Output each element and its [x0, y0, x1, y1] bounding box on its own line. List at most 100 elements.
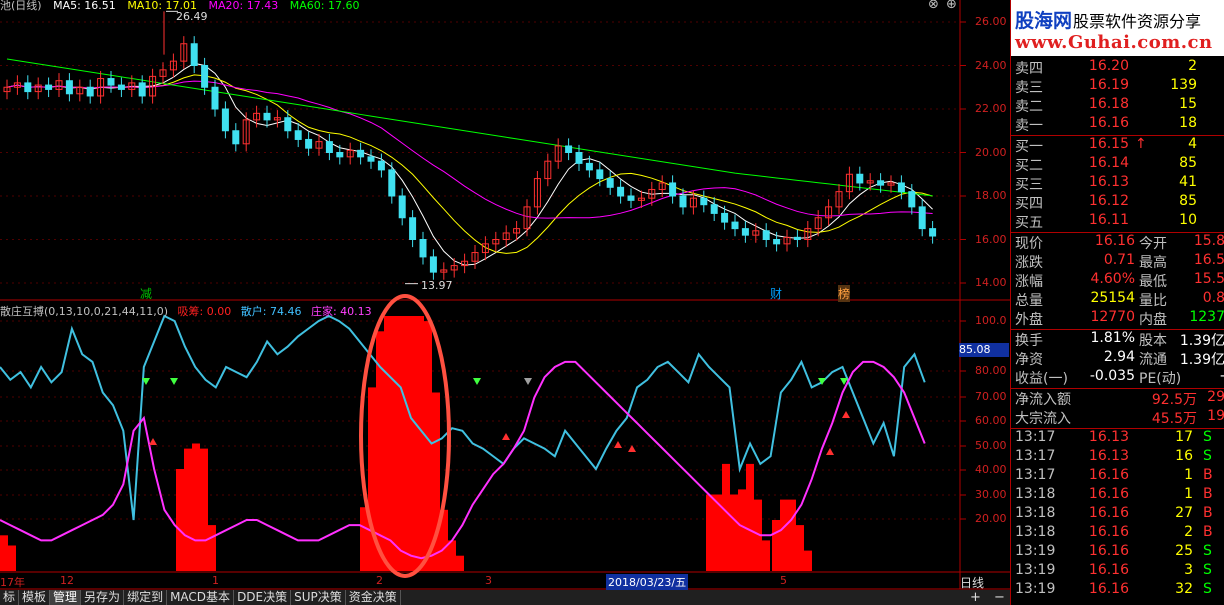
zoom-plus-icon[interactable]: + [970, 590, 981, 605]
bid-row[interactable]: 买三 16.13 41 [1011, 174, 1224, 193]
candle-body [700, 197, 708, 206]
quote-cell: 买五 [1015, 215, 1043, 231]
tab-item[interactable]: 另存为 [81, 590, 125, 605]
tab-item[interactable]: 标 [0, 590, 20, 605]
quote-cell: 13:17 [1015, 429, 1056, 445]
indicator-tick: 100.0 [975, 314, 1007, 327]
ask-row[interactable]: 卖三 16.19 139 [1011, 77, 1224, 96]
indicator-dealer-value: 庄家: 40.13 [310, 305, 372, 318]
quote-cell: 16.16 [1088, 486, 1129, 502]
tab-item-active[interactable]: 管理 [50, 590, 82, 605]
quote-cell: 1 [1184, 486, 1193, 502]
flow-row: 大宗流入 45.5万 19 [1011, 408, 1224, 427]
quote-cell: 1.39亿 [1179, 352, 1224, 368]
tick-row: 13:18 16.16 2 B [1011, 524, 1224, 543]
absorb-bar [0, 535, 8, 571]
quote-cell: 4.60% [1090, 271, 1135, 287]
indicator-cursor-value: 85.08 [959, 343, 1009, 357]
absorb-bar [360, 507, 368, 571]
logo-tagline: 股票软件资源分享 [1073, 12, 1202, 31]
indicator-retail-value: 散户: 74.46 [240, 305, 302, 318]
quote-cell: B [1203, 467, 1213, 483]
quote-cell: B [1203, 524, 1213, 540]
indicator-tick: 70.00 [975, 390, 1007, 403]
event-tag-reduce[interactable]: 减 [140, 285, 152, 302]
candle-body [86, 86, 94, 97]
absorb-bar [706, 494, 714, 571]
tab-item[interactable]: 模板 [19, 590, 51, 605]
price-tick: 16.00 [975, 232, 1007, 246]
candle-body [221, 108, 229, 132]
quote-cell: 25 [1175, 543, 1193, 559]
candle-body [367, 156, 375, 162]
quote-cell: S [1203, 581, 1212, 597]
quote-cell: 29 [1207, 389, 1224, 405]
ask-row[interactable]: 卖二 16.18 15 [1011, 96, 1224, 115]
candle-body [918, 206, 926, 230]
indicator-tick: 60.00 [975, 414, 1007, 427]
tab-item[interactable]: SUP决策 [291, 590, 346, 605]
period-button[interactable]: 日线 [960, 574, 984, 591]
stat-row: 涨跌 0.71 最高 16.5 [1011, 252, 1224, 271]
bid-row[interactable]: 买五 16.11 10 [1011, 212, 1224, 231]
quote-cell: 量比 [1139, 293, 1167, 309]
quote-cell: S [1203, 448, 1212, 464]
candle-body [793, 236, 801, 240]
quote-cell: S [1203, 543, 1212, 559]
stat-row: 换手 1.81% 股本 1.39亿 [1011, 330, 1224, 349]
tab-item[interactable]: DDE决策 [234, 590, 292, 605]
quote-cell: 16 [1175, 448, 1193, 464]
sell-signal-icon [170, 378, 178, 385]
quote-cell: 买四 [1015, 196, 1043, 212]
tick-row: 13:19 16.16 32 S [1011, 581, 1224, 600]
quote-cell: 13:19 [1015, 562, 1056, 578]
buy-signal-icon [614, 441, 622, 448]
candle-body [263, 112, 271, 121]
absorb-bar [424, 321, 432, 571]
candle-body [45, 84, 53, 90]
bid-row[interactable]: 买二 16.14 85 [1011, 155, 1224, 174]
price-tick: 24.00 [975, 58, 1007, 72]
quote-cell: B [1203, 505, 1213, 521]
absorb-bar [772, 520, 780, 571]
tab-item[interactable]: 资金决策 [346, 590, 401, 605]
candle-body [731, 221, 739, 230]
zoom-out-icon[interactable]: ⊗ [928, 0, 939, 12]
price-tick: 18.00 [975, 189, 1007, 202]
quote-cell: 0.71 [1103, 252, 1135, 268]
quote-cell: 现价 [1015, 236, 1043, 252]
tab-item[interactable]: MACD基本 [167, 590, 235, 605]
tab-item[interactable]: 绑定到 [124, 590, 168, 605]
candle-body [679, 195, 687, 208]
quote-cell: 最高 [1139, 255, 1167, 271]
ask-row[interactable]: 卖一 16.16 18 [1011, 115, 1224, 134]
absorb-bar [400, 316, 408, 571]
quote-cell: 1.81% [1090, 330, 1135, 346]
time-label: 1 [212, 574, 219, 587]
tick-row: 13:19 16.16 3 S [1011, 562, 1224, 581]
quote-cell: B [1203, 486, 1213, 502]
bid-row[interactable]: 买一 16.15 4 ↑ [1011, 136, 1224, 155]
indicator-tick: 50.00 [975, 439, 1007, 452]
candle-body [388, 169, 396, 197]
candlestick-series [3, 10, 937, 285]
quote-cell: PE(动) [1139, 371, 1182, 387]
candle-body [305, 138, 313, 149]
quote-cell: 18 [1179, 115, 1197, 131]
absorb-bar [8, 545, 16, 571]
ma20-label: MA20: 17.43 [208, 0, 279, 12]
event-tag-finance[interactable]: 财 [770, 285, 782, 302]
quote-cell: 16.20 [1088, 58, 1129, 74]
ma5-label: MA5: 16.51 [53, 0, 116, 12]
quote-cell: - [1220, 368, 1224, 384]
bid-row[interactable]: 买四 16.12 85 [1011, 193, 1224, 212]
zoom-minus-icon[interactable]: − [994, 590, 1005, 605]
event-tag-list[interactable]: 榜 [838, 285, 851, 302]
quote-cell: 总量 [1015, 293, 1043, 309]
candle-body [377, 160, 385, 171]
ask-row[interactable]: 卖四 16.20 2 [1011, 58, 1224, 77]
candle-body [65, 80, 73, 95]
candle-body [908, 191, 916, 208]
absorb-bar [184, 448, 192, 571]
zoom-in-icon[interactable]: ⊕ [946, 0, 957, 12]
